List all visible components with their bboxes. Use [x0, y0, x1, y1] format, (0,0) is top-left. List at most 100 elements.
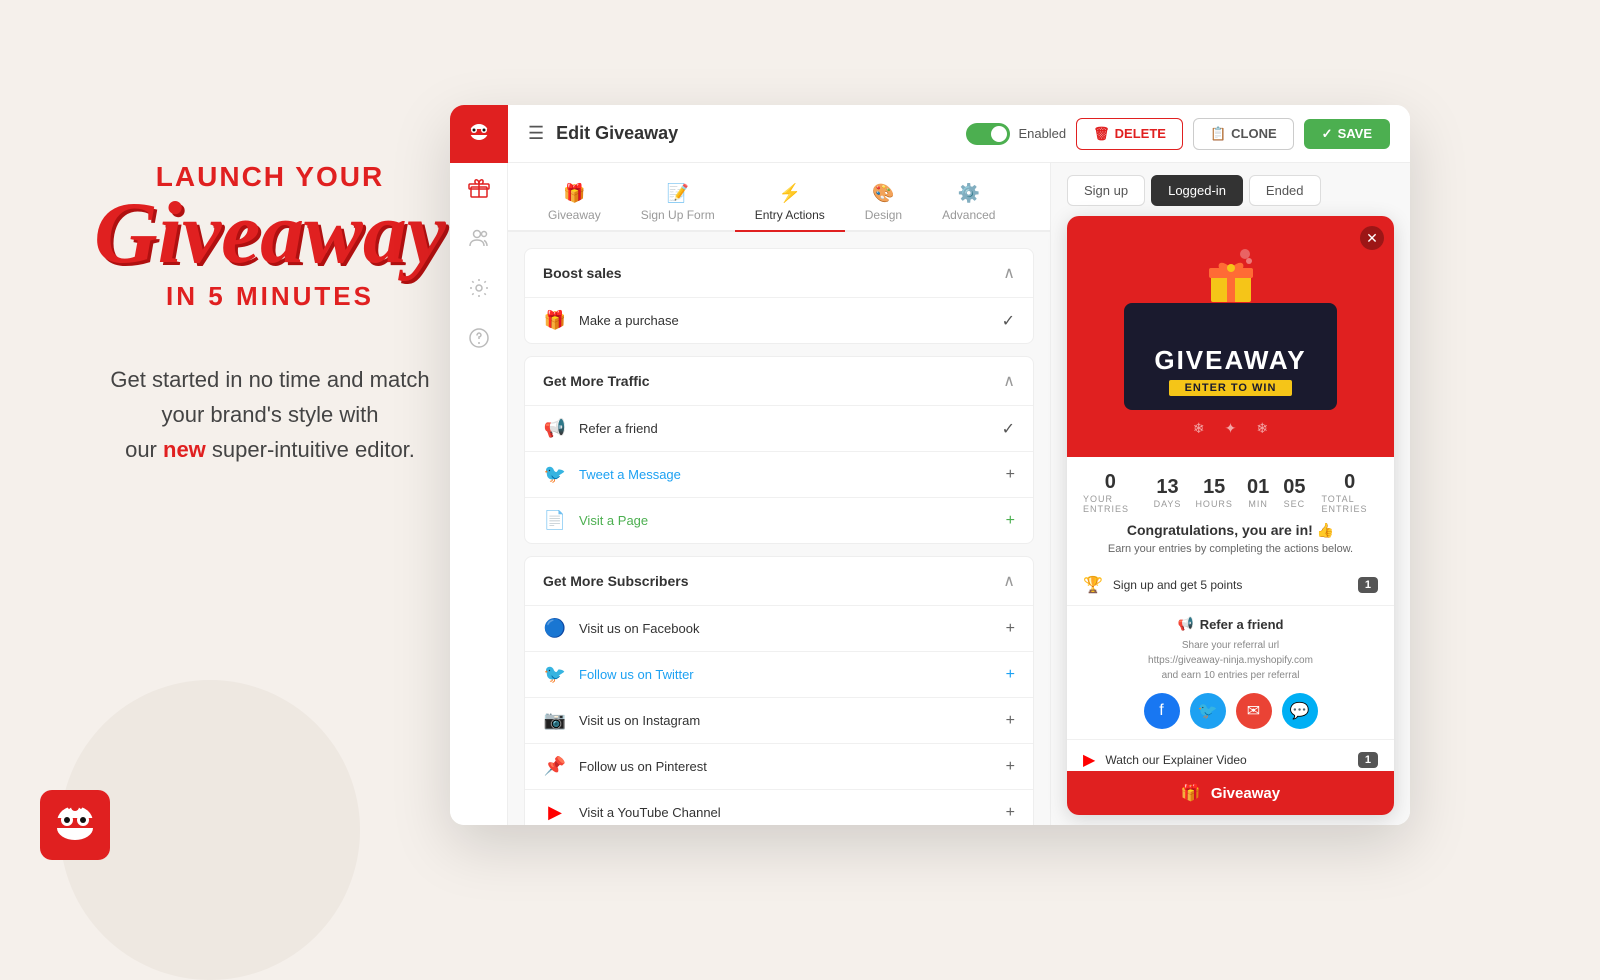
get-more-traffic-title: Get More Traffic	[543, 373, 650, 389]
tab-giveaway[interactable]: 🎁 Giveaway	[528, 175, 621, 232]
tab-design[interactable]: 🎨 Design	[845, 175, 922, 232]
main-content: ☰ Edit Giveaway Enabled 🗑 DELETE 📋 CLONE…	[508, 105, 1410, 825]
twitter-follow-item: 🐦 Follow us on Twitter +	[525, 651, 1033, 697]
tweet-label: Tweet a Message	[579, 467, 994, 482]
sections-container: Boost sales ∧ 🎁 Make a purchase ✓ Get Mo…	[508, 232, 1050, 825]
tab-design-icon: 🎨	[872, 183, 894, 204]
your-entries-counter: 0 Your entries	[1083, 471, 1138, 514]
sidebar	[450, 105, 508, 825]
preview-widget: ✕	[1067, 216, 1394, 815]
snowflake-2: ✦	[1225, 420, 1237, 437]
boost-sales-section: Boost sales ∧ 🎁 Make a purchase ✓	[524, 248, 1034, 344]
topbar-actions: Enabled 🗑 DELETE 📋 CLONE ✓ SAVE	[966, 118, 1390, 150]
get-more-traffic-section: Get More Traffic ∧ 📢 Refer a friend ✓ 🐦 …	[524, 356, 1034, 544]
youtube-plus[interactable]: +	[1006, 804, 1015, 822]
snowflake-3: ❄	[1256, 420, 1268, 437]
days-counter: 13 DAYS	[1154, 476, 1182, 509]
signup-action-item: 🏆 Sign up and get 5 points 1	[1067, 565, 1394, 606]
twitter-icon: 🐦	[543, 464, 567, 485]
instagram-label: Visit us on Instagram	[579, 713, 994, 728]
facebook-share-btn[interactable]: f	[1144, 693, 1180, 729]
sec-value: 05	[1283, 476, 1305, 499]
counter-row: 0 Your entries 13 DAYS 15 HOURS	[1067, 457, 1394, 522]
boost-sales-title: Boost sales	[543, 265, 622, 281]
refer-friend-label: Refer a friend	[579, 421, 990, 436]
delete-icon: 🗑	[1093, 126, 1110, 142]
topbar: ☰ Edit Giveaway Enabled 🗑 DELETE 📋 CLONE…	[508, 105, 1410, 163]
tab-advanced-icon: ⚙️	[958, 183, 980, 204]
get-more-subscribers-title: Get More Subscribers	[543, 573, 689, 589]
preview-tab-signup[interactable]: Sign up	[1067, 175, 1145, 206]
save-button[interactable]: ✓ SAVE	[1304, 119, 1390, 149]
make-purchase-label: Make a purchase	[579, 313, 990, 328]
widget-footer-text: Giveaway	[1211, 785, 1280, 802]
tab-signup-form[interactable]: 📝 Sign Up Form	[621, 175, 735, 232]
days-label: DAYS	[1154, 499, 1182, 509]
tab-advanced[interactable]: ⚙️ Advanced	[922, 175, 1015, 232]
tweet-message-item: 🐦 Tweet a Message +	[525, 451, 1033, 497]
instagram-plus[interactable]: +	[1006, 712, 1015, 730]
facebook-label: Visit us on Facebook	[579, 621, 994, 636]
preview-tabs: Sign up Logged-in Ended	[1051, 163, 1410, 206]
preview-panel: Sign up Logged-in Ended ✕	[1050, 163, 1410, 825]
banner-enter-text: ENTER TO WIN	[1169, 380, 1293, 396]
social-share-row: f 🐦 ✉ 💬	[1083, 693, 1378, 729]
tweet-plus[interactable]: +	[1006, 466, 1015, 484]
sidebar-item-giveaway[interactable]	[450, 163, 508, 213]
visit-page-plus[interactable]: +	[1006, 512, 1015, 530]
sidebar-item-settings[interactable]	[450, 263, 508, 313]
total-entries-counter: 0 Total entries	[1321, 471, 1378, 514]
days-value: 13	[1156, 476, 1178, 499]
purchase-icon: 🎁	[543, 310, 567, 331]
facebook-plus[interactable]: +	[1006, 620, 1015, 638]
tab-entry-actions[interactable]: ⚡ Entry Actions	[735, 175, 845, 232]
widget-close-button[interactable]: ✕	[1360, 226, 1384, 250]
tab-giveaway-icon: 🎁	[563, 183, 585, 204]
visit-page-label: Visit a Page	[579, 513, 994, 528]
tab-signup-icon: 📝	[666, 183, 688, 204]
explainer-video-item: ▶ Watch our Explainer Video 1	[1067, 740, 1394, 771]
messenger-share-btn[interactable]: 💬	[1282, 693, 1318, 729]
congrats-text: Congratulations, you are in! 👍	[1067, 522, 1394, 539]
preview-tab-ended[interactable]: Ended	[1249, 175, 1321, 206]
sidebar-item-help[interactable]	[450, 313, 508, 363]
footer-gift-icon: 🎁	[1181, 783, 1201, 803]
get-more-traffic-header[interactable]: Get More Traffic ∧	[525, 357, 1033, 405]
get-more-subscribers-header[interactable]: Get More Subscribers ∧	[525, 557, 1033, 605]
referral-desc: Share your referral url https://giveaway…	[1083, 638, 1378, 683]
facebook-icon: 🔵	[543, 618, 567, 639]
widget-header: ✕	[1067, 216, 1394, 457]
min-counter: 01 MIN	[1247, 476, 1269, 509]
tab-nav: 🎁 Giveaway 📝 Sign Up Form ⚡ Entry Action…	[508, 163, 1050, 232]
subtitle: Get started in no time and match your br…	[60, 362, 480, 468]
bottom-logo	[40, 790, 110, 860]
total-entries-label: Total entries	[1321, 494, 1378, 514]
make-purchase-check: ✓	[1002, 311, 1015, 331]
email-share-btn[interactable]: ✉	[1236, 693, 1272, 729]
boost-sales-header[interactable]: Boost sales ∧	[525, 249, 1033, 297]
app-window: ☰ Edit Giveaway Enabled 🗑 DELETE 📋 CLONE…	[450, 105, 1410, 825]
enabled-toggle[interactable]	[966, 123, 1010, 145]
clone-button[interactable]: 📋 CLONE	[1193, 118, 1294, 150]
banner-giveaway-text: GIVEAWAY	[1154, 345, 1306, 376]
explainer-video-label: Watch our Explainer Video	[1105, 753, 1348, 767]
sidebar-item-users[interactable]	[450, 213, 508, 263]
menu-icon[interactable]: ☰	[528, 123, 544, 144]
twitter-share-btn[interactable]: 🐦	[1190, 693, 1226, 729]
widget-footer[interactable]: 🎁 Giveaway	[1067, 771, 1394, 815]
enabled-toggle-wrapper: Enabled	[966, 123, 1066, 145]
make-purchase-item: 🎁 Make a purchase ✓	[525, 297, 1033, 343]
visit-page-item: 📄 Visit a Page +	[525, 497, 1033, 543]
referral-title: 📢 Refer a friend	[1083, 616, 1378, 632]
youtube-label: Visit a YouTube Channel	[579, 805, 994, 820]
gift-icon-large	[1201, 246, 1261, 306]
twitter-follow-plus[interactable]: +	[1006, 666, 1015, 684]
pinterest-plus[interactable]: +	[1006, 758, 1015, 776]
get-more-subscribers-section: Get More Subscribers ∧ 🔵 Visit us on Fac…	[524, 556, 1034, 825]
pinterest-icon: 📌	[543, 756, 567, 777]
refer-check: ✓	[1002, 419, 1015, 439]
preview-tab-loggedin[interactable]: Logged-in	[1151, 175, 1243, 206]
sec-counter: 05 SEC	[1283, 476, 1305, 509]
delete-button[interactable]: 🗑 DELETE	[1076, 118, 1183, 150]
hours-value: 15	[1203, 476, 1225, 499]
